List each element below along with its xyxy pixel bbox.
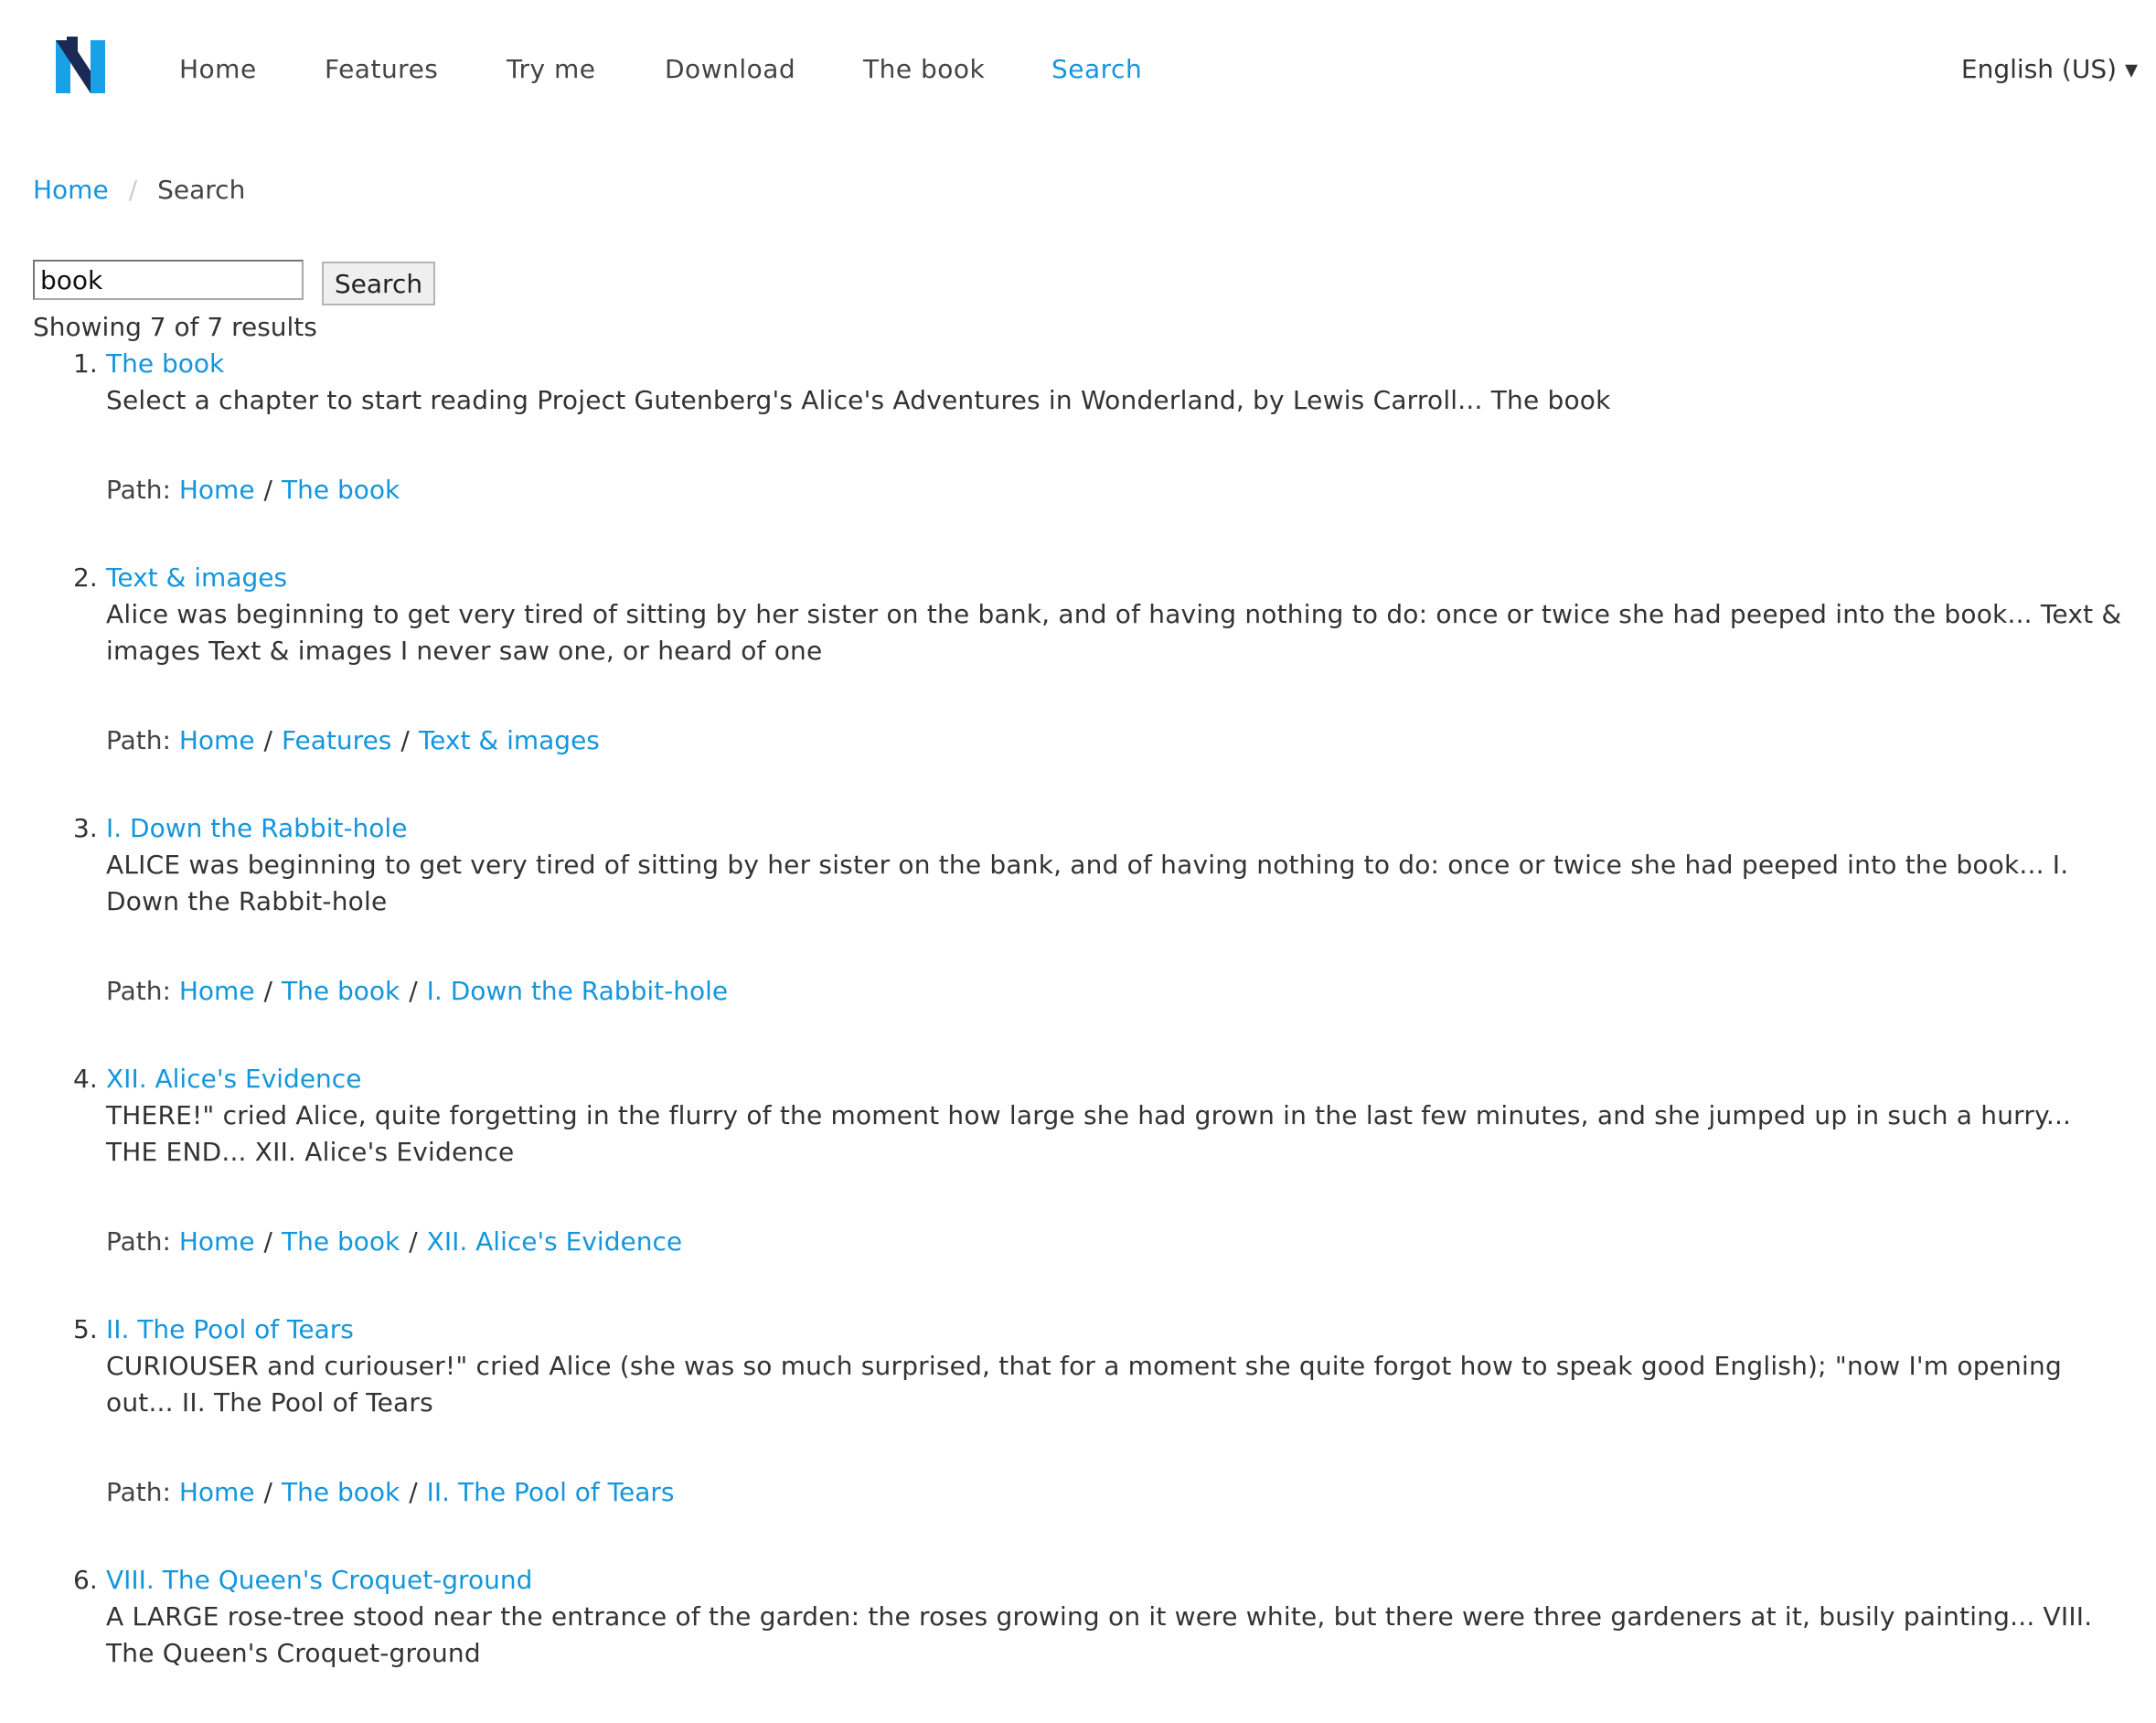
result-path-link[interactable]: Home	[179, 1226, 255, 1257]
result-number: 4.	[73, 1064, 98, 1094]
result-excerpt: ALICE was beginning to get very tired of…	[106, 850, 2069, 916]
result-path-link[interactable]: The book	[282, 1477, 400, 1507]
nav-home[interactable]: Home	[179, 51, 257, 88]
search-result-item: 6. VIII. The Queen's Croquet-ground A LARG…	[73, 1562, 2127, 1672]
result-excerpt: CURIOUSER and curiouser!" cried Alice (s…	[106, 1351, 2062, 1418]
breadcrumb-current: Search	[157, 175, 246, 205]
search-result-item: 5. II. The Pool of Tears CURIOUSER and cur…	[73, 1311, 2127, 1511]
result-path-separator: /	[409, 976, 418, 1006]
result-path-link[interactable]: Home	[179, 725, 255, 755]
nav-the-book[interactable]: The book	[863, 51, 985, 88]
result-path-separator: /	[263, 725, 272, 755]
result-path: Path: Home / The book / II. The Pool of Tear…	[106, 1474, 2127, 1511]
result-path-link[interactable]: Text & images	[419, 725, 600, 755]
result-path-separator: /	[409, 1477, 418, 1507]
result-title-link[interactable]: II. The Pool of Tears	[106, 1311, 2127, 1348]
search-button[interactable]: Search	[322, 262, 435, 305]
result-number: 6.	[73, 1565, 98, 1595]
search-result-item: 2. Text & images Alice was beginning to ge…	[73, 560, 2127, 759]
result-path-link[interactable]: The book	[282, 1226, 400, 1257]
result-path-separator: /	[263, 1477, 272, 1507]
result-path-link[interactable]: Home	[179, 475, 255, 505]
search-result-item: 4. XII. Alice's Evidence THERE!" cried Ali…	[73, 1061, 2127, 1260]
result-path-separator: /	[263, 475, 272, 505]
nav-download[interactable]: Download	[665, 51, 795, 88]
result-path-separator: /	[409, 1226, 418, 1257]
result-path: Path: Home / The book	[106, 472, 2127, 508]
result-path-link[interactable]: XII. Alice's Evidence	[427, 1226, 682, 1257]
result-number: 2.	[73, 562, 98, 593]
result-title-link[interactable]: The book	[106, 346, 2127, 382]
result-title-link[interactable]: Text & images	[106, 560, 2127, 596]
result-number: 1.	[73, 348, 98, 379]
result-path-label: Path:	[106, 475, 171, 505]
result-path-label: Path:	[106, 725, 171, 755]
result-path-link[interactable]: The book	[282, 976, 400, 1006]
result-path-separator: /	[400, 725, 410, 755]
breadcrumb-separator: /	[128, 175, 138, 205]
search-input[interactable]	[33, 260, 304, 300]
breadcrumb: Home / Search	[33, 172, 245, 209]
result-path: Path: Home / Features / Text & images	[106, 722, 2127, 759]
result-path: Path: Home / The book / I. Down the Rabbit-h…	[106, 973, 2127, 1010]
result-excerpt: Select a chapter to start reading Projec…	[106, 385, 1611, 415]
nav-features[interactable]: Features	[325, 51, 438, 88]
search-result-item: 1. The book Select a chapter to start read…	[73, 346, 2127, 508]
result-path-separator: /	[263, 1226, 272, 1257]
nav-search[interactable]: Search	[1051, 51, 1142, 88]
result-path-link[interactable]: II. The Pool of Tears	[427, 1477, 675, 1507]
language-selector[interactable]: English (US) ▾	[1961, 51, 2138, 88]
result-path-label: Path:	[106, 976, 171, 1006]
search-result-item: 3. I. Down the Rabbit-hole ALICE was begin…	[73, 810, 2127, 1010]
nav-try-me[interactable]: Try me	[507, 51, 595, 88]
results-list: 1. The book Select a chapter to start read…	[73, 346, 2127, 1723]
result-title-link[interactable]: I. Down the Rabbit-hole	[106, 810, 2127, 847]
result-path-link[interactable]: I. Down the Rabbit-hole	[427, 976, 728, 1006]
top-navigation: Home Features Try me Download The book S…	[0, 0, 2156, 137]
result-path-link[interactable]: Home	[179, 1477, 255, 1507]
result-path-link[interactable]: Home	[179, 976, 255, 1006]
result-path-label: Path:	[106, 1226, 171, 1257]
result-excerpt: A LARGE rose-tree stood near the entranc…	[106, 1601, 2093, 1668]
result-excerpt: THERE!" cried Alice, quite forgetting in…	[106, 1100, 2072, 1167]
result-path-link[interactable]: The book	[282, 475, 400, 505]
result-path: Path: Home / The book / XII. Alice's Evidenc…	[106, 1224, 2127, 1260]
breadcrumb-home-link[interactable]: Home	[33, 175, 109, 205]
result-path-link[interactable]: Features	[282, 725, 391, 755]
result-path-separator: /	[263, 976, 272, 1006]
site-logo[interactable]	[50, 35, 111, 99]
results-summary: Showing 7 of 7 results	[33, 312, 317, 342]
result-title-link[interactable]: XII. Alice's Evidence	[106, 1061, 2127, 1097]
result-path-label: Path:	[106, 1477, 171, 1507]
result-title-link[interactable]: VIII. The Queen's Croquet-ground	[106, 1562, 2127, 1599]
result-excerpt: Alice was beginning to get very tired of…	[106, 599, 2122, 666]
result-number: 5.	[73, 1314, 98, 1344]
result-number: 3.	[73, 813, 98, 843]
